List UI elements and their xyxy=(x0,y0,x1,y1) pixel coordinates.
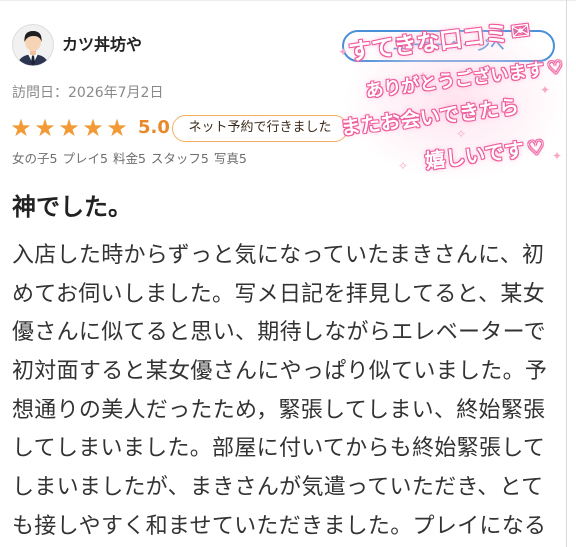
score-value: 5 xyxy=(200,151,209,166)
star-icon: ★ xyxy=(10,114,32,142)
review-body-line: も接しやすく和ませていただきました。プレイになる xyxy=(12,513,547,539)
score-photo: 写真5 xyxy=(214,151,247,166)
review-body-line: しまいましたが、まきさんが気遣っていただき、とて xyxy=(12,475,544,501)
score-value: 5 xyxy=(238,151,247,166)
review-title: 神でした。 xyxy=(12,193,132,221)
sparkle-icon: ✧ xyxy=(398,159,409,173)
envelope-icon: ✉ xyxy=(509,17,532,47)
star-rating: ★ ★ ★ ★ ★ xyxy=(9,114,129,142)
score-label: 女の子 xyxy=(12,151,50,166)
review-body-line: 想通りの美人だったため，緊張してしまい、終始緊張 xyxy=(12,397,546,423)
score-label: スタッフ xyxy=(150,151,201,166)
visit-date: 訪問日：2026年7月2日 xyxy=(12,85,164,101)
score-label: 料金 xyxy=(112,151,138,166)
rating-value: 5.0 xyxy=(138,117,170,138)
review-body-line: めてお伺いしました。写メ日記を拝見してると、某女 xyxy=(12,281,546,307)
booking-badge: ネット予約で行きました xyxy=(172,115,348,142)
score-label: 写真 xyxy=(213,151,239,166)
user-avatar-icon[interactable] xyxy=(12,24,54,66)
score-value: 5 xyxy=(49,151,58,166)
score-breakdown: 女の子5 プレイ5 料金5 スタッフ5 写真5 xyxy=(12,151,252,167)
score-value: 5 xyxy=(137,151,146,166)
score-play: プレイ5 xyxy=(62,151,107,166)
username[interactable]: カツ丼坊や xyxy=(62,35,142,55)
score-girl: 女の子5 xyxy=(12,151,57,166)
score-staff: スタッフ5 xyxy=(151,151,209,166)
score-label: プレイ xyxy=(62,151,100,166)
heart-icon: ♡ xyxy=(525,134,547,161)
sparkle-icon: ✦ xyxy=(540,83,551,97)
star-icon: ★ xyxy=(82,114,104,142)
review-body-line: してしまいました。部屋に付いてからも終始緊張して xyxy=(12,436,546,462)
sparkle-icon: ✧ xyxy=(418,69,429,83)
card-right-border xyxy=(566,0,567,547)
review-body-line: 初対面すると某女優さんにやっぱり似ていました。予 xyxy=(12,359,548,385)
sparkle-icon: ✦ xyxy=(338,45,349,59)
review-body-line: 優さんに似てると思い、期待しながらエレベーターで xyxy=(12,320,546,346)
star-icon: ★ xyxy=(106,114,128,142)
review-body-line: 入店した時からずっと気になっていたまきさんに、初 xyxy=(12,243,545,268)
heart-icon: ♡ xyxy=(546,56,565,80)
score-price: 料金5 xyxy=(113,151,146,166)
sparkle-icon: ✦ xyxy=(552,149,563,163)
score-value: 5 xyxy=(99,151,108,166)
star-icon: ★ xyxy=(58,114,80,142)
star-icon: ★ xyxy=(34,114,56,142)
review-body: 入店した時からずっと気になっていたまきさんに、初 めてお伺いしました。写メ日記を… xyxy=(12,237,562,547)
card-top-border xyxy=(0,0,576,1)
sparkle-icon: ✧ xyxy=(456,127,467,141)
